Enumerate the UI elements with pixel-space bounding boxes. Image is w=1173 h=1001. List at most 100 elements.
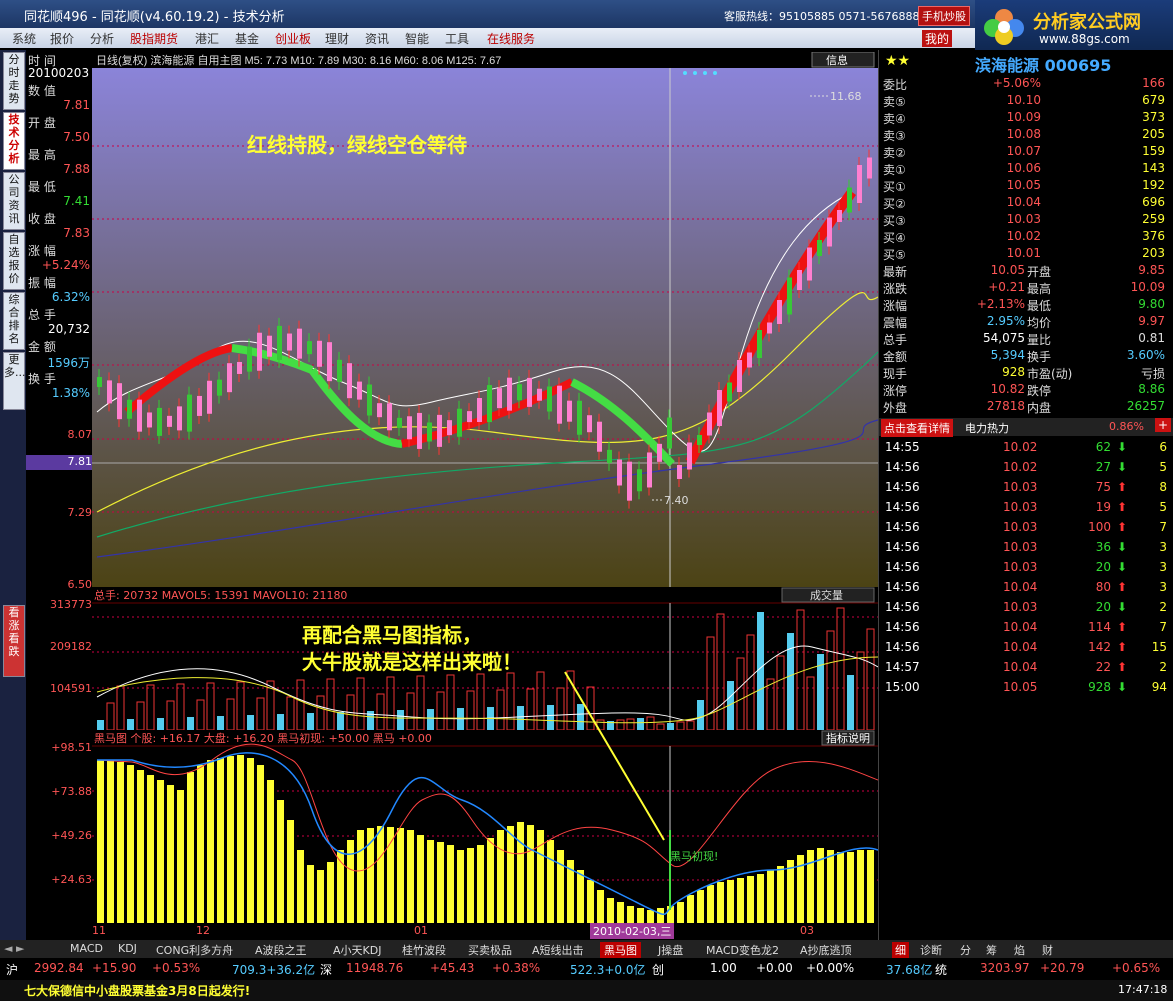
menu-item[interactable]: 智能 (405, 30, 429, 47)
detail-button[interactable]: 点击查看详情 (881, 419, 953, 437)
tab-indicator[interactable]: J操盘 (658, 942, 683, 958)
menu-item[interactable]: 理财 (325, 30, 349, 47)
star-icon[interactable]: ★★ (885, 53, 910, 69)
indicator-bar (547, 840, 554, 923)
panel-tab[interactable]: 诊断 (920, 942, 942, 958)
tab-indicator[interactable]: KDJ (118, 942, 137, 955)
tab-watchlist[interactable]: 自选报价 (3, 232, 25, 290)
tick-cell: 3 (1159, 560, 1167, 574)
index-change: +0.00 (756, 961, 793, 975)
arrow-up-icon: ⬆ (1116, 620, 1127, 634)
ticker-text[interactable]: 七大保德信中小盘股票基金3月8日起发行! (24, 982, 250, 999)
menu-item[interactable]: 创业板 (275, 30, 311, 47)
indicator-bar (427, 840, 434, 923)
stat-row: 金额 5,394 换手 3.60% (881, 348, 1171, 365)
indicator-bar (637, 908, 644, 923)
tab-indicator[interactable]: MACD变色龙2 (706, 942, 779, 958)
tick-cell: 8 (1159, 480, 1167, 494)
tick-cell: 6 (1159, 440, 1167, 454)
info-label: 开 盘 (28, 116, 56, 130)
y-tick: +73.88 (51, 785, 92, 798)
panel-tab[interactable]: 财 (1042, 942, 1053, 958)
tick-cell: 14:56 (885, 620, 920, 634)
tab-indicator[interactable]: 桂竹波段 (402, 942, 446, 958)
tab-indicator[interactable]: A小天KDJ (333, 942, 381, 958)
index-name: 深 (320, 963, 333, 977)
info-value: 7.83 (63, 226, 90, 240)
tab-indicator[interactable]: CONG利多方舟 (156, 942, 233, 958)
stat-value: 9.97 (1138, 314, 1165, 328)
indicator-chart[interactable]: 黑马图 个股: +16.17 大盘: +16.20 黑马初现: +50.00 黑… (92, 730, 878, 923)
tick-cell: 80 (1095, 580, 1111, 594)
y-tick: +98.51 (51, 741, 92, 754)
indicator-bar (97, 760, 104, 923)
side-tab-forecast[interactable]: 看涨看跌 (3, 605, 25, 677)
bid-row: 买① 10.05 192 (881, 178, 1171, 195)
menu-item[interactable]: 分析 (90, 30, 114, 47)
stat-label: 均价 (1027, 316, 1052, 330)
stat-row: 最新 10.05 开盘 9.85 (881, 263, 1171, 280)
volume-chart[interactable]: 总手: 20732 MAVOL5: 15391 MAVOL10: 21180 成… (92, 587, 878, 730)
price-chart[interactable]: 11.68 7.40 日线(复权) 滨海能源 自用主图 M5: 7.73 M10… (92, 52, 878, 587)
tab-indicator[interactable]: MACD (70, 942, 103, 955)
row-volume: 205 (1142, 127, 1165, 141)
x-axis: 11 12 01 2010-02-03,三 03 (92, 923, 878, 939)
tab-indicator[interactable]: 买卖极品 (468, 942, 512, 958)
menu-item[interactable]: 港汇 (195, 30, 219, 47)
volume-annotation-1: 再配合黑马图指标， (302, 623, 482, 647)
tab-ranking[interactable]: 综合排名 (3, 292, 25, 350)
tick-cell: 14:56 (885, 480, 920, 494)
volume-bar (307, 713, 314, 730)
tab-more[interactable]: 更多... (3, 352, 26, 410)
index-change: +15.90 (92, 961, 137, 975)
panel-tab[interactable]: 焰 (1014, 942, 1025, 958)
add-icon[interactable]: + (1155, 418, 1171, 432)
menu-item[interactable]: 工具 (445, 30, 469, 47)
indicator-bar (187, 772, 194, 923)
panel-tab[interactable]: 筹 (986, 942, 997, 958)
arrow-down-icon: ⬇ (1116, 540, 1127, 554)
stat-label: 涨跌 (883, 282, 908, 296)
tab-indicator[interactable]: A短线出击 (532, 942, 584, 958)
volume-annotation-2: 大牛股就是这样出来啦！ (302, 650, 522, 674)
my-button[interactable]: 我的 (922, 30, 953, 47)
row-label: 卖⑤ (883, 95, 906, 109)
menu-item[interactable]: 股指期货 (130, 30, 178, 47)
panel-tab[interactable]: 细 (892, 942, 909, 958)
row-volume: 373 (1142, 110, 1165, 124)
panel-tab[interactable]: 分 (960, 942, 971, 958)
scroll-left-icon[interactable]: ◄ ► (4, 942, 24, 955)
indicator-bar (847, 852, 854, 923)
tick-cell: 15 (1151, 640, 1167, 654)
indicator-bar (147, 775, 154, 923)
index-value: 1.00 (710, 961, 737, 975)
tab-technical[interactable]: 技术分析 (3, 112, 25, 170)
indicator-bar (277, 800, 284, 923)
menu-item[interactable]: 资讯 (365, 30, 389, 47)
tick-cell: 10.03 (1003, 560, 1038, 574)
tab-indicator[interactable]: A波段之王 (255, 942, 307, 958)
menu-item[interactable]: 系统 (12, 30, 36, 47)
row-price: 10.02 (1006, 229, 1041, 243)
tab-indicator-active[interactable]: 黑马图 (600, 942, 641, 958)
y-tick: 313773 (50, 598, 92, 611)
tab-company[interactable]: 公司资讯 (3, 172, 25, 230)
mobile-button[interactable]: 手机炒股 (918, 6, 970, 26)
indicator-bar (437, 842, 444, 923)
tab-timeline[interactable]: 分时走势 (3, 52, 25, 110)
stat-label: 最低 (1027, 299, 1052, 313)
tick-cell: 20 (1095, 560, 1111, 574)
tick-cell: 10.05 (1003, 680, 1038, 694)
annotation-arrow (564, 671, 665, 841)
menu-item[interactable]: 报价 (50, 30, 74, 47)
menu-item[interactable]: 基金 (235, 30, 259, 47)
indicator-bar (137, 770, 144, 923)
stat-label: 外盘 (883, 401, 908, 415)
row-label: 卖① (883, 163, 906, 177)
arrow-down-icon: ⬇ (1116, 460, 1127, 474)
logo-url: www.88gs.com (1039, 32, 1130, 46)
sector-pct: 0.86% (1109, 420, 1144, 433)
tab-indicator[interactable]: A抄底逃顶 (800, 942, 852, 958)
menu-item[interactable]: 在线服务 (487, 30, 535, 47)
indicator-bar (647, 910, 654, 923)
